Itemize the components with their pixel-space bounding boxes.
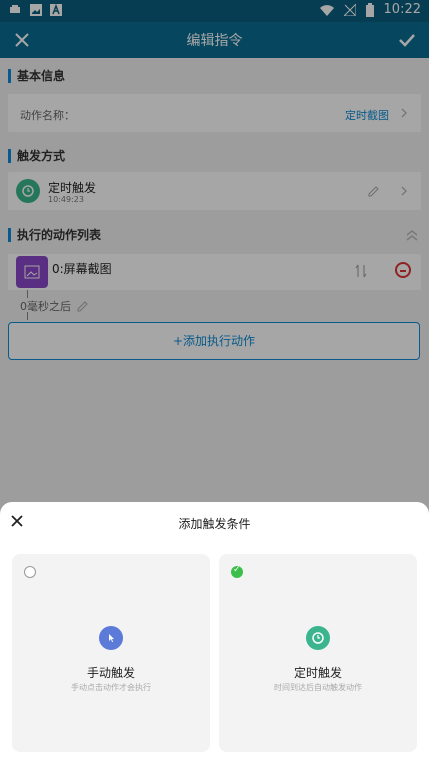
cursor-click-icon xyxy=(109,634,114,642)
option-title: 手动触发 xyxy=(86,666,135,680)
add-trigger-sheet: 添加触发条件 手动触发 手动点击动作才会执行 定时触发 时间到达后自动触发动作 xyxy=(0,502,429,764)
alarm-clock-icon xyxy=(312,632,324,644)
manual-trigger-option[interactable]: 手动触发 手动点击动作才会执行 xyxy=(12,554,210,752)
option-title: 定时触发 xyxy=(293,666,342,680)
option-desc: 手动点击动作才会执行 xyxy=(71,683,151,692)
sheet-title: 添加触发条件 xyxy=(178,517,251,531)
timer-trigger-option[interactable]: 定时触发 时间到达后自动触发动作 xyxy=(219,554,417,752)
radio-unchecked[interactable] xyxy=(24,566,36,578)
manual-trigger-icon xyxy=(99,626,123,650)
timer-trigger-icon xyxy=(306,626,330,650)
option-desc: 时间到达后自动触发动作 xyxy=(274,683,362,692)
radio-checked[interactable] xyxy=(231,565,243,578)
